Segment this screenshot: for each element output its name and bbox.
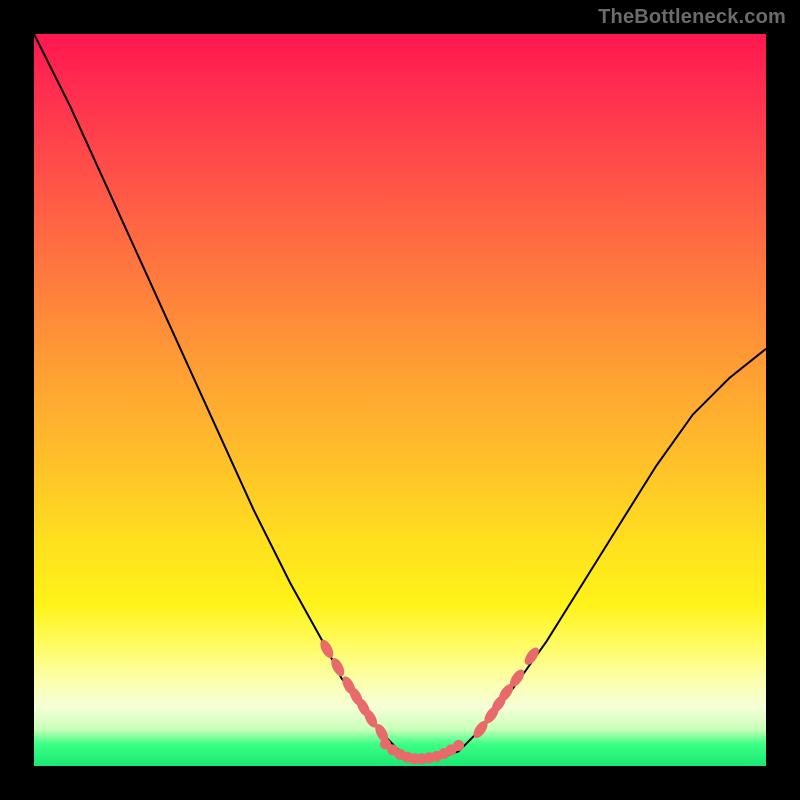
bottleneck-curve-svg (34, 34, 766, 766)
curve-markers-left (318, 638, 391, 745)
bottleneck-curve (34, 34, 766, 759)
chart-frame: TheBottleneck.com (0, 0, 800, 800)
plot-area (34, 34, 766, 766)
curve-markers-bottom (380, 739, 464, 765)
curve-marker (318, 638, 336, 660)
watermark-text: TheBottleneck.com (598, 6, 786, 29)
curve-markers-right (471, 645, 542, 740)
curve-marker (453, 740, 464, 751)
curve-marker (522, 645, 542, 667)
